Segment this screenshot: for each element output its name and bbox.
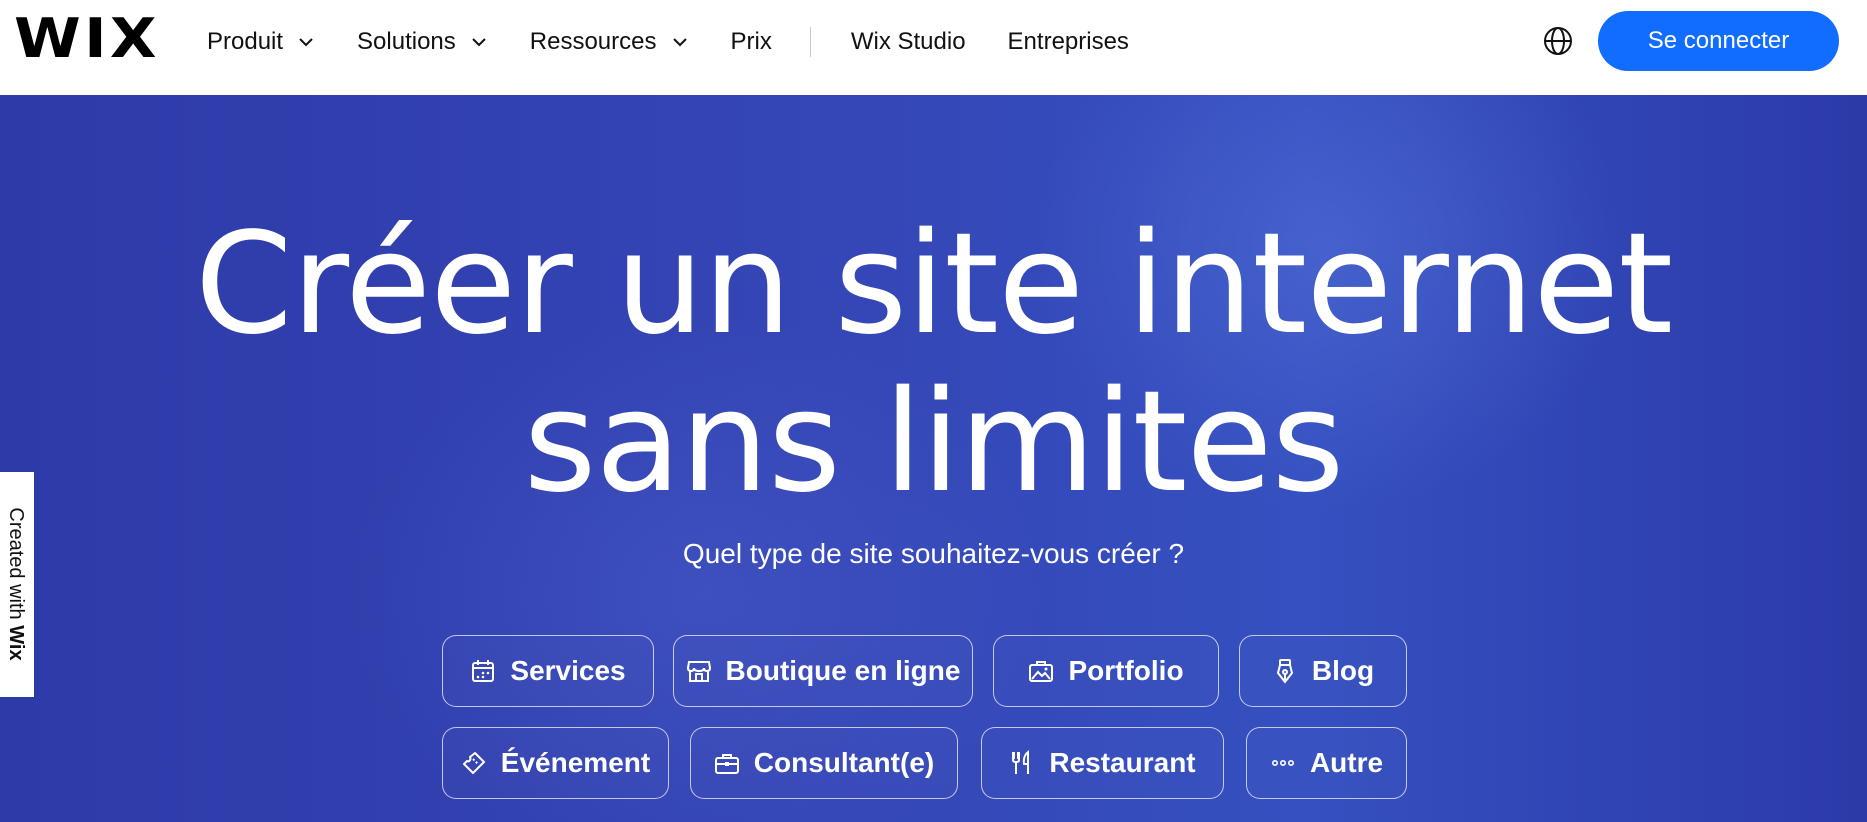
category-label: Blog [1311, 655, 1375, 686]
category-label: Services [510, 655, 626, 686]
category-label: Autre [1309, 747, 1384, 778]
chevron-down-icon [472, 38, 486, 47]
wix-logo[interactable]: WIX [14, 12, 160, 66]
category-label: Restaurant [1049, 747, 1196, 778]
hero-title-line-1: Créer un site internet [194, 203, 1673, 366]
badge-text: Created with Wix [1, 479, 31, 689]
fork-knife-icon [1012, 750, 1030, 774]
login-button[interactable]: Se connecter [1598, 11, 1839, 71]
nav-label: Entreprises [1007, 28, 1129, 55]
nav-item-produit[interactable]: Produit [207, 28, 315, 56]
pen-nib-icon [1276, 659, 1293, 684]
badge-prefix: Created with [5, 507, 27, 626]
category-label: Événement [500, 747, 651, 778]
nav-label: Prix [730, 28, 772, 55]
category-portfolio[interactable]: Portfolio [993, 635, 1219, 707]
main-nav: Produit Solutions Ressources Prix Wix St… [207, 0, 1129, 84]
nav-item-wix-studio[interactable]: Wix Studio [851, 28, 966, 56]
nav-label: Solutions [357, 28, 456, 55]
category-label: Boutique en ligne [725, 655, 961, 686]
chevron-down-icon [299, 38, 313, 47]
globe-icon[interactable] [1542, 25, 1574, 57]
chevron-down-icon [672, 38, 687, 47]
created-with-wix-badge[interactable]: Created with Wix [0, 472, 34, 697]
store-icon [686, 661, 711, 682]
nav-item-prix[interactable]: Prix [731, 28, 772, 56]
ticket-icon [462, 752, 485, 774]
category-label: Portfolio [1068, 655, 1184, 686]
category-consultant[interactable]: Consultant(e) [690, 727, 958, 799]
category-restaurant[interactable]: Restaurant [981, 727, 1224, 799]
site-header: WIX Produit Solutions Ressources Prix Wi… [0, 0, 1867, 95]
more-icon [1271, 760, 1294, 767]
category-boutique-en-ligne[interactable]: Boutique en ligne [673, 635, 973, 707]
category-label: Consultant(e) [753, 747, 935, 778]
nav-item-entreprises[interactable]: Entreprises [1008, 28, 1129, 56]
calendar-icon [472, 660, 495, 682]
category-services[interactable]: Services [442, 635, 654, 707]
category-evenement[interactable]: Événement [442, 727, 669, 799]
hero-subtitle: Quel type de site souhaitez-vous créer ? [682, 538, 1185, 569]
nav-label: Ressources [529, 28, 657, 55]
nav-label: Produit [207, 28, 284, 55]
nav-item-ressources[interactable]: Ressources [530, 28, 689, 56]
nav-divider [809, 27, 811, 57]
hero-section: Créer un site internet sans limites Quel… [0, 95, 1867, 822]
badge-brand: Wix [5, 625, 27, 661]
nav-label: Wix Studio [850, 28, 966, 55]
hero-title-line-2: sans limites [523, 361, 1345, 524]
portfolio-icon [1029, 661, 1054, 682]
briefcase-icon [714, 754, 739, 774]
nav-item-solutions[interactable]: Solutions [357, 28, 488, 56]
category-blog[interactable]: Blog [1239, 635, 1407, 707]
category-autre[interactable]: Autre [1246, 727, 1407, 799]
